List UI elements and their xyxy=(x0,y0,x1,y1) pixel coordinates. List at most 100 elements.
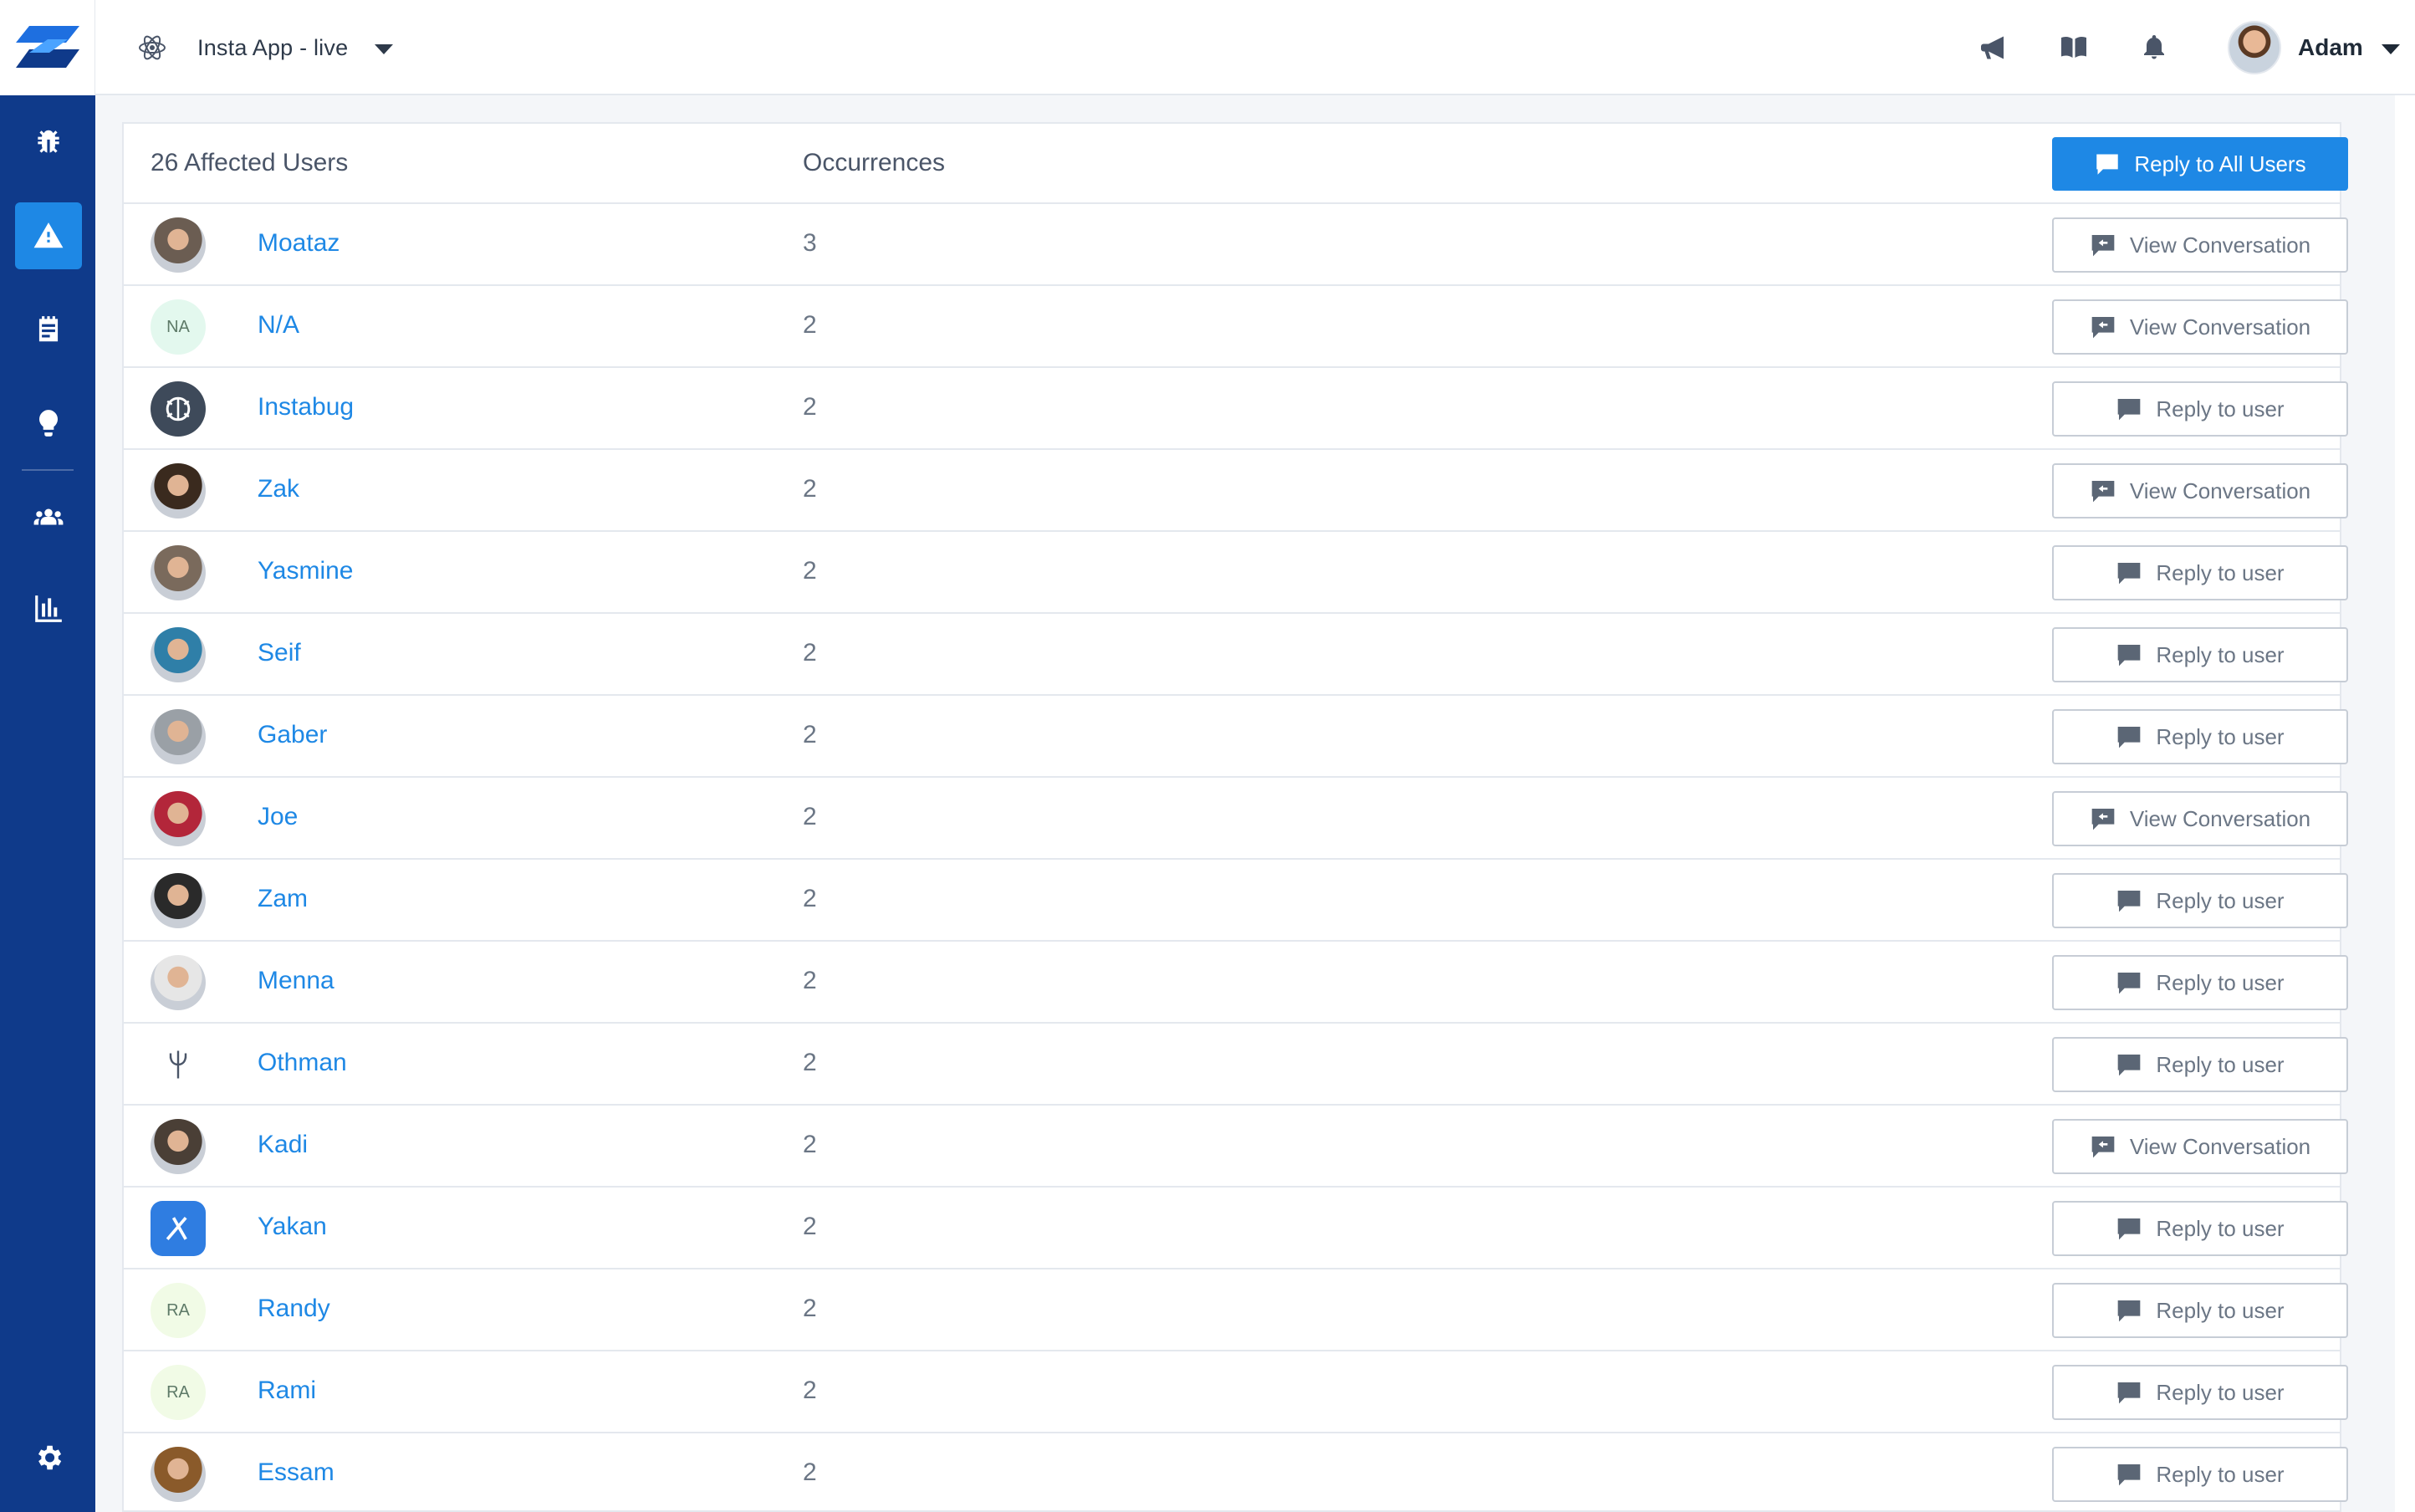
action-label: View Conversation xyxy=(2129,314,2311,340)
user-menu[interactable]: Adam xyxy=(2228,20,2400,75)
user-name-link[interactable]: Joe xyxy=(258,803,298,831)
bell-icon xyxy=(2144,35,2164,59)
table-row: Kadi 2 View Conversation xyxy=(124,1106,2348,1188)
occurrence-count: 2 xyxy=(803,1458,817,1486)
action-label: Reply to user xyxy=(2156,723,2285,749)
occurrence-count: 2 xyxy=(803,393,817,421)
view-conversation-button[interactable]: View Conversation xyxy=(2052,1119,2348,1174)
table-row: Moataz 3 View Conversation xyxy=(124,204,2348,286)
conversation-icon xyxy=(2091,235,2115,257)
view-conversation-button[interactable]: View Conversation xyxy=(2052,463,2348,518)
affected-users-panel: 26 Affected Users Occurrences Reply to A… xyxy=(122,122,2348,1512)
chat-bubble-icon xyxy=(2118,727,2141,748)
notifications-button[interactable] xyxy=(2136,29,2172,66)
user-name-link[interactable]: Othman xyxy=(258,1049,347,1077)
reply-to-user-button[interactable]: Reply to user xyxy=(2052,1447,2348,1502)
user-name: Adam xyxy=(2298,34,2363,60)
logo-icon xyxy=(15,26,79,68)
app-switcher[interactable]: Insta App - live xyxy=(137,28,394,67)
notes-icon xyxy=(38,316,59,342)
action-label: View Conversation xyxy=(2129,478,2311,503)
reply-to-user-button[interactable]: Reply to user xyxy=(2052,627,2348,682)
occurrence-count: 2 xyxy=(803,721,817,748)
avatar xyxy=(151,1447,206,1502)
sidebar-divider xyxy=(22,469,74,471)
user-name-link[interactable]: Seif xyxy=(258,639,301,667)
user-name-link[interactable]: Yakan xyxy=(258,1213,327,1241)
action-label: Reply to user xyxy=(2156,1297,2285,1323)
nav-crashes[interactable] xyxy=(15,202,82,269)
nav-ideas[interactable] xyxy=(15,390,82,457)
user-name-link[interactable]: Instabug xyxy=(258,393,354,421)
table-row: Joe 2 View Conversation xyxy=(124,778,2348,860)
avatar xyxy=(151,1119,206,1174)
table-row: RA Rami 2 Reply to user xyxy=(124,1351,2348,1433)
lightbulb-icon xyxy=(39,410,58,437)
chat-bubble-icon xyxy=(2118,973,2141,994)
reply-to-user-button[interactable]: Reply to user xyxy=(2052,1365,2348,1420)
action-label: Reply to user xyxy=(2156,1051,2285,1077)
avatar xyxy=(151,627,206,682)
table-row: Essam 2 Reply to user xyxy=(124,1433,2348,1512)
user-name-link[interactable]: Menna xyxy=(258,967,334,995)
reply-to-user-button[interactable]: Reply to user xyxy=(2052,709,2348,764)
action-label: View Conversation xyxy=(2129,805,2311,831)
instabug-logo[interactable] xyxy=(0,0,95,95)
topbar: Insta App - live Adam xyxy=(95,0,2415,95)
user-name-link[interactable]: Randy xyxy=(258,1295,330,1323)
nav-settings[interactable] xyxy=(15,1424,82,1491)
chat-bubble-icon xyxy=(2118,1055,2141,1076)
main-content: 26 Affected Users Occurrences Reply to A… xyxy=(95,95,2395,1512)
reply-to-user-button[interactable]: Reply to user xyxy=(2052,1201,2348,1256)
avatar: RA xyxy=(151,1283,206,1338)
table-row: Zak 2 View Conversation xyxy=(124,450,2348,532)
action-label: Reply to user xyxy=(2156,396,2285,421)
table-row: NA N/A 2 View Conversation xyxy=(124,286,2348,368)
conversation-icon xyxy=(2091,481,2115,503)
user-name-link[interactable]: N/A xyxy=(258,311,299,340)
reply-to-user-button[interactable]: Reply to user xyxy=(2052,1037,2348,1092)
chat-bubble-icon xyxy=(2096,154,2119,175)
book-icon xyxy=(2061,37,2086,58)
nav-users[interactable] xyxy=(15,483,82,550)
avatar xyxy=(2228,21,2281,74)
avatar xyxy=(151,463,206,518)
view-conversation-button[interactable]: View Conversation xyxy=(2052,299,2348,355)
user-name-link[interactable]: Moataz xyxy=(258,229,340,258)
table-row: Othman 2 Reply to user xyxy=(124,1024,2348,1106)
table-row: Yasmine 2 Reply to user xyxy=(124,532,2348,614)
reply-to-user-button[interactable]: Reply to user xyxy=(2052,1283,2348,1338)
user-name-link[interactable]: Rami xyxy=(258,1377,316,1405)
nav-analytics[interactable] xyxy=(15,575,82,642)
avatar xyxy=(151,1201,206,1256)
chat-bubble-icon xyxy=(2118,1382,2141,1404)
chat-bubble-icon xyxy=(2118,399,2141,421)
reply-to-user-button[interactable]: Reply to user xyxy=(2052,873,2348,928)
chat-bubble-icon xyxy=(2118,645,2141,667)
reply-to-user-button[interactable]: Reply to user xyxy=(2052,545,2348,600)
megaphone-icon xyxy=(1981,36,2004,59)
reply-to-user-button[interactable]: Reply to user xyxy=(2052,381,2348,437)
reply-to-user-button[interactable]: Reply to user xyxy=(2052,955,2348,1010)
user-name-link[interactable]: Essam xyxy=(258,1458,334,1487)
user-name-link[interactable]: Zam xyxy=(258,885,308,913)
action-label: Reply to user xyxy=(2156,969,2285,995)
chart-icon xyxy=(35,595,62,622)
user-name-link[interactable]: Yasmine xyxy=(258,557,354,585)
avatar xyxy=(151,217,206,273)
occurrence-count: 2 xyxy=(803,967,817,994)
reply-to-all-button[interactable]: Reply to All Users xyxy=(2052,137,2348,191)
occurrence-count: 2 xyxy=(803,1377,817,1404)
docs-button[interactable] xyxy=(2055,29,2092,66)
nav-bugs[interactable] xyxy=(15,109,82,176)
user-name-link[interactable]: Gaber xyxy=(258,721,327,749)
view-conversation-button[interactable]: View Conversation xyxy=(2052,217,2348,273)
nav-feature-requests[interactable] xyxy=(15,296,82,363)
action-label: View Conversation xyxy=(2129,232,2311,258)
user-name-link[interactable]: Kadi xyxy=(258,1131,308,1159)
view-conversation-button[interactable]: View Conversation xyxy=(2052,791,2348,846)
avatar xyxy=(151,791,206,846)
bug-icon xyxy=(38,130,59,153)
announcements-button[interactable] xyxy=(1975,29,2012,66)
user-name-link[interactable]: Zak xyxy=(258,475,299,503)
